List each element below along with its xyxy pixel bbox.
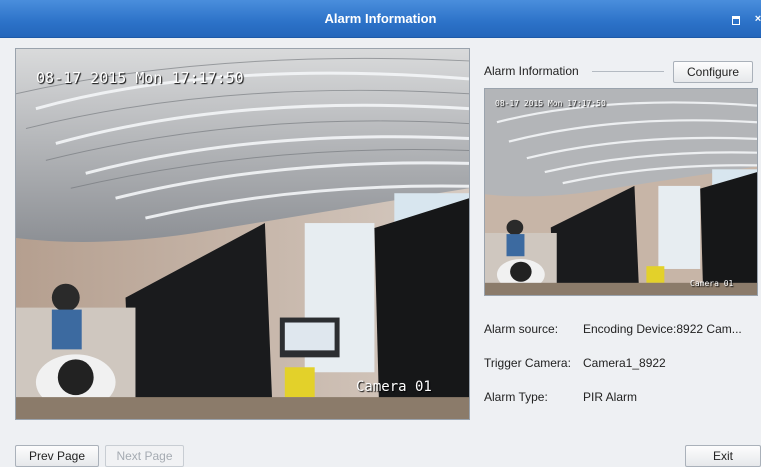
close-icon[interactable]: × [752,13,761,25]
window-title: Alarm Information [324,11,437,26]
alarm-type-label: Alarm Type: [484,390,548,404]
alarm-type-value: PIR Alarm [583,390,638,404]
alarm-info-heading: Alarm Information [484,64,579,78]
trigger-camera-value: Camera1_8922 [583,356,666,370]
alarm-snapshot-view[interactable]: 08-17 2015 Mon 17:17:50 Camera 01 [484,88,758,296]
configure-button[interactable]: Configure [673,61,753,83]
alarm-source-value: Encoding Device:8922 Cam... [583,322,742,336]
camera-scene-image [16,49,469,419]
osd-camera-name: Camera 01 [356,379,432,395]
osd-timestamp: 08-17 2015 Mon 17:17:50 [36,69,244,87]
thumb-osd-camera-name: Camera 01 [690,279,734,288]
heading-divider [592,71,664,72]
next-page-button[interactable]: Next Page [105,445,184,467]
exit-button[interactable]: Exit [685,445,761,467]
camera-scene-thumbnail [485,89,757,295]
main-video-view[interactable]: 08-17 2015 Mon 17:17:50 Camera 01 [15,48,470,420]
trigger-camera-label: Trigger Camera: [484,356,571,370]
alarm-source-label: Alarm source: [484,322,559,336]
thumb-osd-timestamp: 08-17 2015 Mon 17:17:50 [495,99,606,108]
prev-page-button[interactable]: Prev Page [15,445,99,467]
restore-icon[interactable] [729,13,741,25]
title-bar: Alarm Information × [0,0,761,38]
